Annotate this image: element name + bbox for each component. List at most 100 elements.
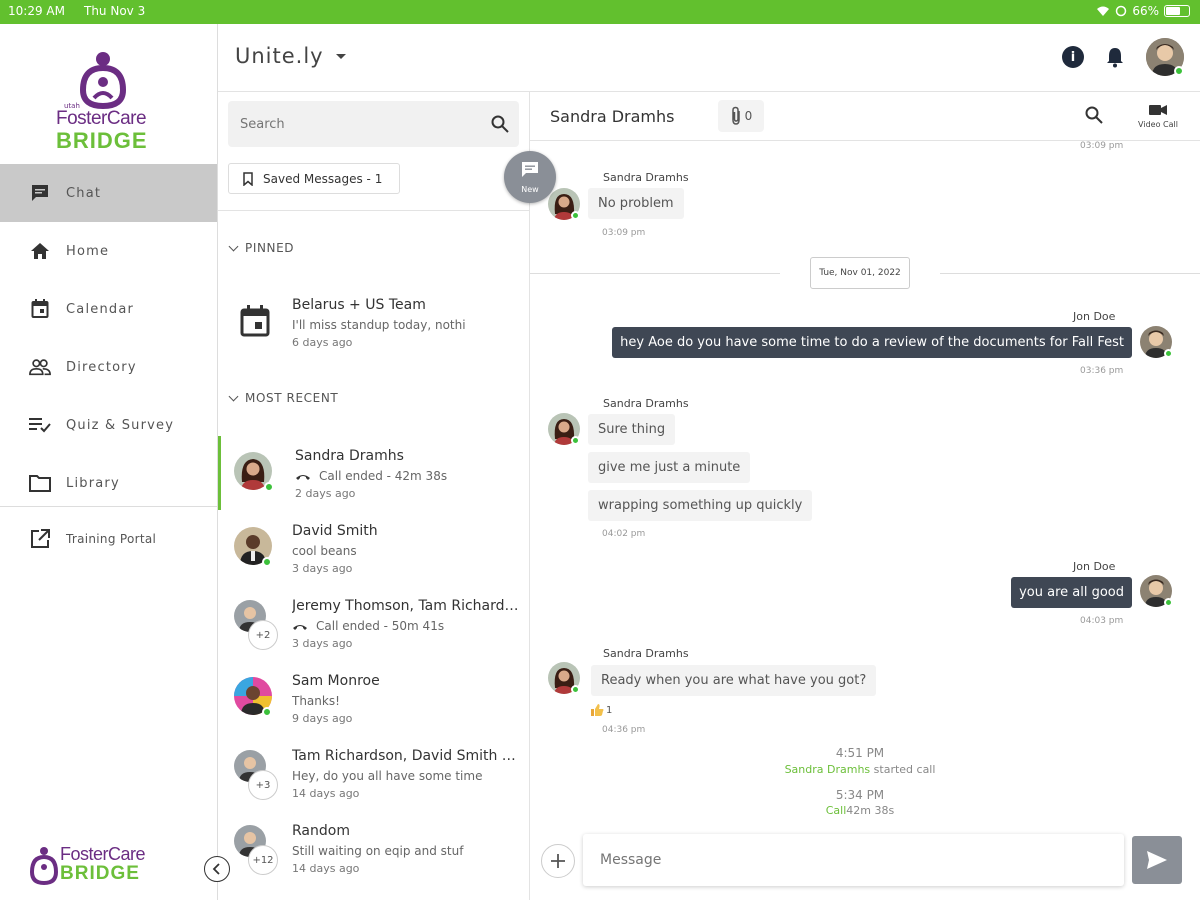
system-event-call-ended: Call42m 38s: [750, 804, 970, 817]
sidebar-divider: [0, 506, 217, 507]
collapse-sidebar-button[interactable]: [204, 856, 230, 882]
participant-count-badge: +3: [248, 770, 278, 800]
bell-icon[interactable]: [1105, 46, 1125, 68]
conversation-preview: cool beans: [292, 544, 357, 558]
footer-logo: FosterCare BRIDGE: [28, 844, 168, 890]
incoming-message[interactable]: Ready when you are what have you got?: [591, 665, 877, 696]
conversation-item-tam-group[interactable]: +3 Tam Richardson, David Smith … Hey, do…: [218, 736, 529, 810]
logo-emblem-icon: [29, 847, 59, 886]
logo-bridge: BRIDGE: [56, 128, 148, 153]
status-date: Thu Nov 3: [84, 4, 146, 18]
info-icon[interactable]: i: [1062, 46, 1084, 68]
chat-contact-name[interactable]: Sandra Dramhs: [550, 107, 675, 126]
add-attachment-button[interactable]: [541, 844, 575, 878]
sidebar-item-calendar[interactable]: Calendar: [0, 280, 217, 338]
search-input[interactable]: [228, 101, 478, 147]
send-button[interactable]: [1132, 836, 1182, 884]
reaction-badge[interactable]: 1: [590, 703, 612, 717]
conversation-name: Sam Monroe: [292, 673, 380, 689]
online-status-dot: [262, 707, 272, 717]
sidebar-item-chat[interactable]: Chat: [0, 164, 217, 222]
conversation-name: Sandra Dramhs: [295, 448, 404, 464]
status-indicators: 66%: [1096, 4, 1190, 18]
thumbs-up-icon: [591, 704, 604, 716]
workspace-name[interactable]: Unite.ly: [235, 44, 324, 68]
most-recent-label: MOST RECENT: [245, 391, 339, 405]
video-call-button[interactable]: Video Call: [1135, 98, 1181, 134]
phone-hangup-icon: [293, 624, 307, 630]
date-chip: Tue, Nov 01, 2022: [810, 257, 910, 289]
sidebar-item-quiz[interactable]: Quiz & Survey: [0, 396, 217, 454]
system-event-call-started: Sandra Dramhs started call: [750, 763, 970, 776]
incoming-message[interactable]: wrapping something up quickly: [588, 490, 813, 521]
outgoing-message[interactable]: you are all good: [1011, 577, 1132, 608]
system-event-user: Sandra Dramhs: [784, 763, 871, 776]
logo-fostercare: FosterCare: [60, 844, 146, 864]
pinned-section-header[interactable]: PINNED: [228, 241, 294, 255]
caret-down-icon[interactable]: [336, 54, 346, 59]
pinned-conversation[interactable]: Belarus + US Team I'll miss standup toda…: [218, 285, 529, 359]
conversation-item-sam[interactable]: Sam Monroe Thanks! 9 days ago: [218, 661, 529, 735]
outgoing-message[interactable]: hey Aoe do you have some time to do a re…: [612, 327, 1132, 358]
conversation-preview: I'll miss standup today, nothi: [292, 318, 466, 332]
sidebar: utah FosterCare BRIDGE Chat Home Calenda…: [0, 24, 218, 900]
search-box[interactable]: [228, 101, 519, 147]
conversation-time: 6 days ago: [292, 336, 353, 349]
message-time: 03:36 pm: [1080, 366, 1124, 376]
conversation-item-jeremy-group[interactable]: +2 Jeremy Thomson, Tam Richard… Call end…: [218, 586, 529, 660]
conversation-item-david[interactable]: David Smith cool beans 3 days ago: [218, 511, 529, 585]
conversation-name: David Smith: [292, 523, 378, 539]
plus-icon: [551, 854, 565, 868]
message-sender: Sandra Dramhs: [603, 397, 689, 410]
chevron-down-icon: [228, 241, 239, 251]
participant-count-badge: +2: [248, 620, 278, 650]
status-time: 10:29 AM: [8, 4, 65, 18]
conversation-name: Tam Richardson, David Smith …: [292, 748, 516, 764]
attachments-button[interactable]: 0: [718, 100, 764, 132]
recent-section-header[interactable]: MOST RECENT: [228, 391, 339, 405]
calendar-icon: [240, 305, 270, 337]
date-divider-line: [940, 273, 1200, 274]
conversation-preview: Still waiting on eqip and stuf: [292, 844, 464, 858]
battery-percent: 66%: [1132, 4, 1159, 18]
conversation-time: 14 days ago: [292, 787, 360, 800]
conversation-name: Jeremy Thomson, Tam Richard…: [292, 598, 519, 614]
status-bar: 10:29 AM Thu Nov 3 66%: [0, 0, 1200, 24]
conversation-item-sandra[interactable]: Sandra Dramhs Call ended - 42m 38s 2 day…: [218, 436, 529, 510]
send-icon: [1147, 851, 1167, 869]
conversation-name: Random: [292, 823, 350, 839]
conversation-list-panel: Saved Messages - 1 PINNED Belarus + US T…: [218, 92, 530, 900]
message-sender: Sandra Dramhs: [603, 171, 689, 184]
sidebar-item-home[interactable]: Home: [0, 222, 217, 280]
system-event-time: 4:51 PM: [835, 746, 885, 760]
message-input[interactable]: [583, 834, 1124, 886]
message-time: 04:02 pm: [602, 529, 646, 539]
paperclip-icon: [731, 106, 740, 125]
sidebar-item-training-portal[interactable]: Training Portal: [0, 510, 217, 568]
people-icon: [29, 356, 51, 378]
incoming-message[interactable]: Sure thing: [588, 414, 676, 445]
conversation-name: Belarus + US Team: [292, 297, 426, 313]
conversation-time: 3 days ago: [292, 637, 353, 650]
message-time: 04:03 pm: [1080, 616, 1124, 626]
incoming-message[interactable]: No problem: [588, 188, 684, 219]
conversation-preview: Call ended - 50m 41s: [292, 619, 524, 633]
chevron-down-icon: [228, 391, 239, 401]
system-event-text: started call: [873, 763, 936, 776]
search-icon[interactable]: [491, 115, 509, 133]
search-icon[interactable]: [1085, 106, 1103, 124]
participant-count-badge: +12: [248, 845, 278, 875]
incoming-message[interactable]: give me just a minute: [588, 452, 751, 483]
saved-messages-button[interactable]: Saved Messages - 1: [228, 163, 400, 194]
conversation-item-random[interactable]: +12 Random Still waiting on eqip and stu…: [218, 811, 529, 885]
new-message-button[interactable]: New: [504, 151, 556, 203]
message-time: 03:09 pm: [602, 228, 646, 238]
list-divider: [218, 210, 529, 211]
sidebar-item-library[interactable]: Library: [0, 454, 217, 512]
sidebar-item-directory[interactable]: Directory: [0, 338, 217, 396]
app-logo: utah FosterCare BRIDGE: [50, 50, 160, 154]
logo-emblem-icon: [79, 52, 127, 110]
phone-hangup-icon: [296, 474, 310, 480]
battery-icon: [1164, 5, 1190, 17]
saved-messages-label: Saved Messages - 1: [263, 171, 383, 186]
